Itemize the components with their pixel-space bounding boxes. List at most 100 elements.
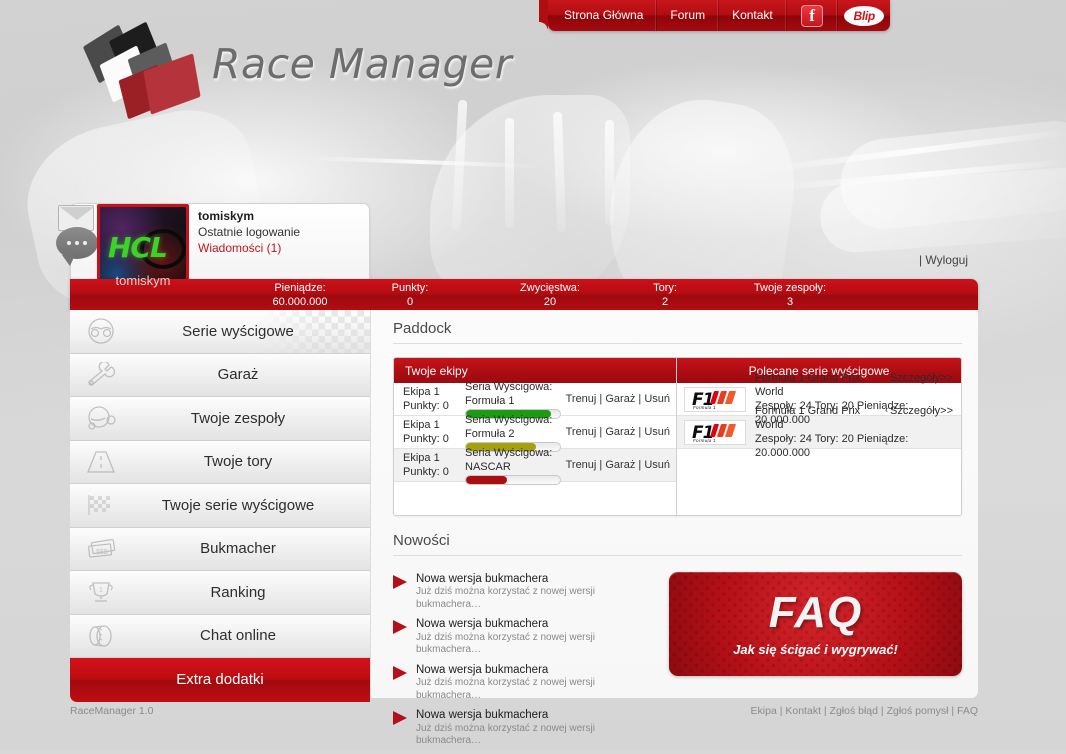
sidebar: Serie wyścigowe Garaż Twoje zespoły Twoj… — [70, 310, 370, 702]
teams-column: Twoje ekipy Ekipa 1 Punkty: 0 Seria Wyśc… — [394, 358, 677, 515]
facebook-icon: f — [801, 4, 824, 27]
delete-link[interactable]: Usuń — [644, 459, 670, 471]
nav-link-forum[interactable]: Forum — [657, 0, 720, 31]
footer-link-ekipa[interactable]: Ekipa — [751, 705, 777, 717]
details-link[interactable]: Szczegóły>> — [890, 371, 953, 385]
last-login-label: Ostatnie logowanie — [198, 224, 301, 239]
news-item-title[interactable]: Nowa wersja bukmachera — [416, 617, 655, 631]
faq-subtitle: Jak się ścigać i wygrywać! — [733, 642, 898, 657]
news-title: Nowości — [393, 532, 962, 556]
sidebar-item-label: Twoje tory — [203, 453, 273, 471]
top-navigation: Strona Główna Forum Kontakt f Blip — [539, 0, 890, 31]
checkered-flag-icon — [70, 492, 132, 518]
arrow-icon — [393, 665, 407, 680]
team-points: Punkty: 0 — [403, 400, 449, 412]
team-name-cell: Ekipa 1 Punkty: 0 — [403, 451, 465, 479]
logout-link[interactable]: | Wyloguj — [919, 253, 968, 267]
sidebar-item-twoje-serie[interactable]: Twoje serie wyścigowe — [70, 484, 370, 528]
nav-link-home[interactable]: Strona Główna — [548, 0, 658, 31]
team-actions: Trenuj | Garaż | Usuń — [565, 459, 670, 471]
user-info: tomiskym Ostatnie logowanie Wiadomości (… — [198, 209, 300, 256]
delete-link[interactable]: Usuń — [644, 393, 670, 405]
news-section: Nowa wersja bukmachera Już dziś można ko… — [393, 572, 962, 754]
news-item-desc: Już dziś można korzystać z nowej wersji … — [416, 631, 595, 656]
avatar-logo-text: HCL — [108, 231, 168, 264]
delete-link[interactable]: Usuń — [644, 426, 670, 438]
stat-label: Tory: — [653, 281, 677, 294]
footer-links: Ekipa | Kontakt | Zgłoś błąd | Zgłoś pom… — [750, 705, 978, 717]
blip-button[interactable]: Blip — [838, 0, 890, 31]
stat-points: Punkty: 0 — [350, 281, 470, 309]
team-name-cell: Ekipa 1 Punkty: 0 — [403, 385, 465, 413]
train-link[interactable]: Trenuj — [566, 393, 597, 405]
footer-link-idea[interactable]: Zgłoś pomysł — [887, 705, 949, 717]
footer-link-bug[interactable]: Zgłoś błąd — [830, 705, 878, 717]
garage-link[interactable]: Garaż — [605, 426, 635, 438]
faq-title: FAQ — [768, 588, 863, 637]
road-icon — [70, 449, 132, 475]
money-icon: $$$ — [70, 536, 132, 562]
formula1-logo-icon: F1 Formula 1 — [684, 386, 746, 412]
team-name-cell: Ekipa 1 Punkty: 0 — [403, 418, 465, 446]
series-info: Formuła 1 Grand Prix World Szczegóły>> Z… — [755, 404, 953, 460]
facebook-button[interactable]: f — [787, 0, 839, 31]
blip-icon: Blip — [844, 5, 885, 26]
footer-link-kontakt[interactable]: Kontakt — [785, 705, 821, 717]
series-stats: Zespoły: 24 Tory: 20 Pieniądze: 20.000.0… — [755, 433, 909, 459]
chat-bubble-icon[interactable] — [56, 227, 98, 266]
progress-bar — [465, 474, 561, 485]
messages-link[interactable]: Wiadomości (1) — [198, 241, 300, 257]
garage-link[interactable]: Garaż — [605, 393, 635, 405]
user-name: tomiskym — [198, 209, 255, 223]
paddock-table: Twoje ekipy Ekipa 1 Punkty: 0 Seria Wyśc… — [393, 357, 962, 516]
team-actions: Trenuj | Garaż | Usuń — [565, 393, 670, 405]
news-list: Nowa wersja bukmachera Już dziś można ko… — [393, 572, 655, 754]
details-link[interactable]: Szczegóły>> — [890, 404, 953, 418]
sidebar-item-label: Ranking — [210, 583, 266, 601]
sidebar-item-bukmacher[interactable]: $$$ Bukmacher — [70, 527, 370, 571]
sidebar-item-extra-dodatki[interactable]: Extra dodatki — [70, 658, 370, 702]
stat-teams: Twoje zespoły: 3 — [715, 281, 865, 309]
stat-label: Zwycięstwa: — [520, 281, 580, 294]
train-link[interactable]: Trenuj — [566, 459, 597, 471]
stats-bar: Pieniądze: 60.000.000 Punkty: 0 Zwycięst… — [70, 279, 978, 310]
sidebar-item-label: Twoje serie wyścigowe — [161, 496, 315, 514]
sidebar-item-chat-online[interactable]: Chat online — [70, 614, 370, 658]
team-actions: Trenuj | Garaż | Usuń — [565, 426, 670, 438]
list-item: Nowa wersja bukmachera Już dziś można ko… — [393, 617, 655, 656]
user-card: HCL tomiskym tomiskym Ostatnie logowanie… — [56, 203, 978, 310]
faq-banner[interactable]: FAQ Jak się ścigać i wygrywać! — [669, 572, 962, 676]
wrench-icon — [70, 361, 132, 388]
train-link[interactable]: Trenuj — [566, 426, 597, 438]
team-name: Ekipa 1 — [403, 386, 440, 398]
arrow-icon — [393, 575, 407, 589]
list-item[interactable]: F1 Formula 1 Formuła 1 Grand Prix World … — [677, 405, 961, 459]
news-item-desc: Już dziś można korzystać z nowej wersji … — [416, 677, 595, 701]
team-points: Punkty: 0 — [403, 433, 449, 445]
paddock-title: Paddock — [393, 320, 962, 344]
sidebar-item-ranking[interactable]: 1 Ranking — [70, 571, 370, 615]
formula1-logo-icon: F1 Formula 1 — [684, 419, 746, 445]
stat-tracks: Tory: 2 — [620, 281, 710, 309]
sidebar-item-serie-wyscigowe[interactable]: Serie wyścigowe — [70, 310, 370, 354]
footer: RaceManager 1.0 Ekipa | Kontakt | Zgłoś … — [70, 705, 978, 717]
avatar-username: tomiskym — [115, 273, 171, 288]
sidebar-item-label: Twoje zespoły — [190, 409, 286, 427]
sidebar-item-twoje-zespoly[interactable]: Twoje zespoły — [70, 397, 370, 441]
garage-link[interactable]: Garaż — [605, 459, 635, 471]
stat-value: 20 — [543, 295, 557, 308]
stat-money: Pieniądze: 60.000.000 — [240, 281, 360, 309]
news-item-desc: Już dziś można korzystać z nowej wersji … — [416, 586, 595, 610]
news-item-title[interactable]: Nowa wersja bukmachera — [416, 572, 655, 586]
team-series: Seria Wyścigowa: NASCAR — [465, 446, 553, 473]
list-item: Nowa wersja bukmachera Już dziś można ko… — [393, 663, 655, 702]
trophy-icon: 1 — [70, 579, 132, 605]
news-item-title[interactable]: Nowa wersja bukmachera — [416, 663, 655, 677]
sidebar-item-twoje-tory[interactable]: Twoje tory — [70, 440, 370, 484]
nav-link-contact[interactable]: Kontakt — [719, 0, 787, 31]
f1-sub-text: Formula 1 — [693, 437, 716, 443]
site-logo[interactable]: Race Manager — [82, 21, 512, 120]
footer-link-faq[interactable]: FAQ — [957, 705, 978, 717]
sidebar-item-garaz[interactable]: Garaż — [70, 353, 370, 397]
stat-label: Pieniądze: — [274, 281, 326, 294]
